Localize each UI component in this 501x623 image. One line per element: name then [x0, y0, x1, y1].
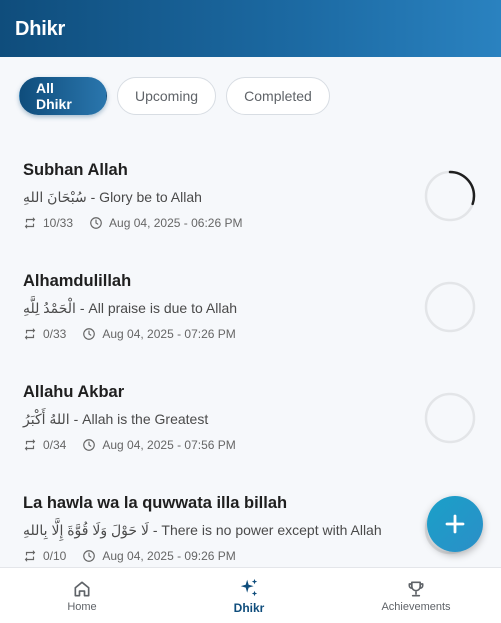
dhikr-datetime: Aug 04, 2025 - 09:26 PM: [102, 549, 236, 563]
dhikr-description: الْحَمْدُ لِلَّهِ - All praise is due to…: [23, 300, 238, 316]
filter-chips: All Dhikr Upcoming Completed: [19, 77, 330, 115]
app-header: Dhikr: [0, 0, 501, 57]
home-icon: [72, 579, 92, 599]
dhikr-datetime: Aug 04, 2025 - 07:26 PM: [102, 327, 236, 341]
nav-home[interactable]: Home: [42, 568, 122, 623]
dhikr-count: 0/33: [43, 327, 67, 341]
dhikr-list: Subhan Allah سُبْحَانَ اللهِ - Glory be …: [0, 148, 501, 592]
repeat-icon: [23, 549, 37, 563]
nav-achievements-label: Achievements: [381, 601, 451, 613]
repeat-icon: [23, 438, 37, 452]
dhikr-meta: 0/10 Aug 04, 2025 - 09:26 PM: [23, 549, 236, 563]
dhikr-name: La hawla wa la quwwata illa billah: [23, 494, 288, 512]
filter-upcoming-chip[interactable]: Upcoming: [117, 77, 216, 115]
app-screen: Dhikr All Dhikr Upcoming Completed Subha…: [0, 0, 501, 623]
progress-ring[interactable]: [424, 281, 476, 333]
dhikr-name: Alhamdulillah: [23, 272, 132, 290]
dhikr-meta: 0/33 Aug 04, 2025 - 07:26 PM: [23, 327, 236, 341]
clock-icon: [82, 549, 96, 563]
nav-dhikr-label: Dhikr: [233, 601, 265, 615]
repeat-icon: [23, 327, 37, 341]
clock-icon: [82, 327, 96, 341]
nav-home-label: Home: [67, 601, 97, 613]
dhikr-meta: 10/33 Aug 04, 2025 - 06:26 PM: [23, 216, 242, 230]
filter-all-dhikr-chip[interactable]: All Dhikr: [19, 77, 107, 115]
sparkles-icon: [238, 577, 260, 599]
dhikr-item[interactable]: Allahu Akbar اللهُ أَكْبَرُ - Allah is t…: [0, 370, 501, 481]
dhikr-name: Subhan Allah: [23, 161, 128, 179]
progress-ring[interactable]: [424, 170, 476, 222]
nav-dhikr[interactable]: Dhikr: [209, 568, 289, 623]
clock-icon: [89, 216, 103, 230]
progress-ring[interactable]: [424, 392, 476, 444]
dhikr-meta: 0/34 Aug 04, 2025 - 07:56 PM: [23, 438, 236, 452]
trophy-icon: [406, 579, 426, 599]
nav-achievements[interactable]: Achievements: [366, 568, 466, 623]
dhikr-item[interactable]: Subhan Allah سُبْحَانَ اللهِ - Glory be …: [0, 148, 501, 259]
dhikr-description: لَا حَوْلَ وَلَا قُوَّةَ إِلَّا بِاللهِ …: [23, 522, 382, 538]
dhikr-name: Allahu Akbar: [23, 383, 125, 401]
bottom-navigation: Home Dhikr Achievements: [0, 567, 501, 623]
dhikr-datetime: Aug 04, 2025 - 07:56 PM: [102, 438, 236, 452]
add-dhikr-button[interactable]: [427, 496, 483, 552]
clock-icon: [82, 438, 96, 452]
page-title: Dhikr: [15, 18, 66, 40]
dhikr-datetime: Aug 04, 2025 - 06:26 PM: [109, 216, 243, 230]
dhikr-count: 0/10: [43, 549, 67, 563]
dhikr-count: 10/33: [43, 216, 74, 230]
dhikr-description: اللهُ أَكْبَرُ - Allah is the Greatest: [23, 411, 209, 427]
dhikr-item[interactable]: Alhamdulillah الْحَمْدُ لِلَّهِ - All pr…: [0, 259, 501, 370]
filter-completed-chip[interactable]: Completed: [226, 77, 330, 115]
repeat-icon: [23, 216, 37, 230]
dhikr-description: سُبْحَانَ اللهِ - Glory be to Allah: [23, 189, 202, 205]
dhikr-count: 0/34: [43, 438, 67, 452]
plus-icon: [443, 512, 467, 536]
